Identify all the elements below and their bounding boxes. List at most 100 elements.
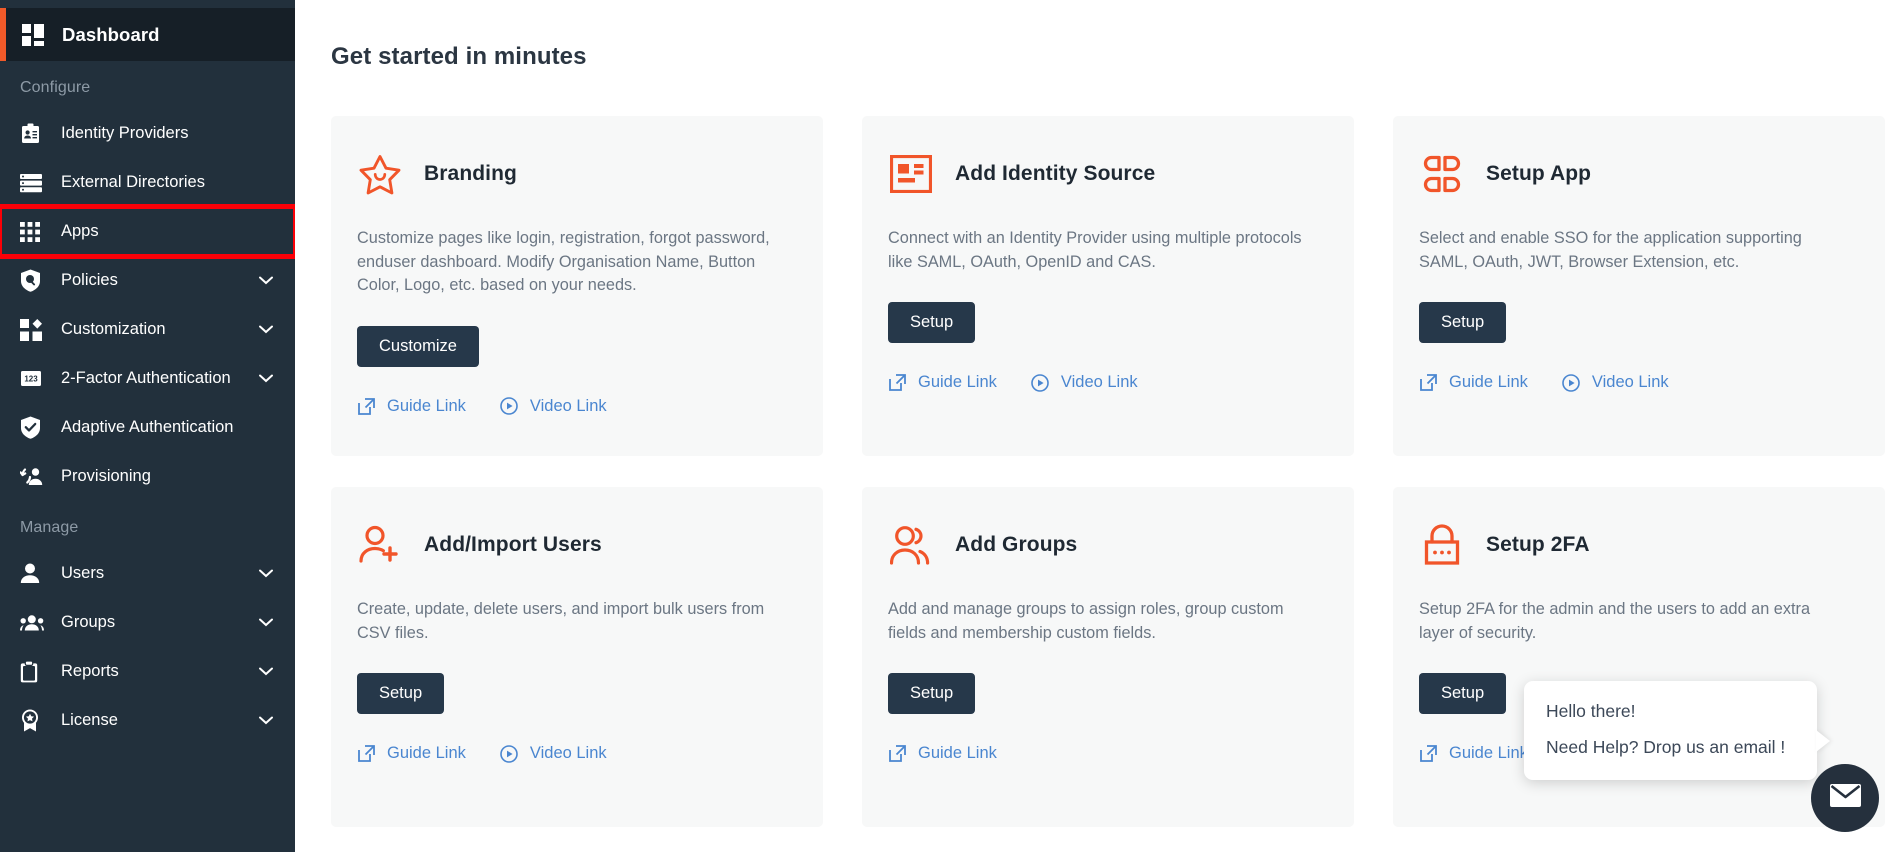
sidebar-item-dashboard[interactable]: Dashboard [0, 8, 295, 61]
setup-button[interactable]: Setup [888, 673, 975, 714]
card-header: Setup 2FA [1419, 519, 1859, 571]
sidebar-item-label: External Directories [61, 173, 205, 192]
sidebar-top-strip [0, 0, 295, 8]
sidebar-item-adaptive-authentication[interactable]: Adaptive Authentication [0, 403, 295, 452]
card-title: Add/Import Users [424, 533, 602, 557]
setup-button[interactable]: Setup [1419, 302, 1506, 343]
video-link-label: Video Link [530, 744, 607, 763]
video-link-label: Video Link [1592, 373, 1669, 392]
provisioning-user-sync-icon [20, 465, 46, 489]
guide-link[interactable]: Guide Link [1419, 744, 1528, 763]
external-link-icon [357, 744, 376, 763]
video-link[interactable]: Video Link [500, 744, 607, 763]
sidebar-item-label: Provisioning [61, 467, 151, 486]
card-links: Guide Link Video Link [888, 373, 1328, 392]
video-link[interactable]: Video Link [500, 397, 607, 416]
play-circle-icon [1562, 373, 1581, 392]
chevron-down-icon[interactable] [259, 569, 273, 578]
sidebar-item-users[interactable]: Users [0, 549, 295, 598]
card-links: Guide Link Video Link [357, 744, 797, 763]
user-icon [20, 562, 46, 586]
external-link-icon [357, 397, 376, 416]
sidebar-item-provisioning[interactable]: Provisioning [0, 452, 295, 501]
sidebar-item-policies[interactable]: Policies [0, 256, 295, 305]
chevron-down-icon[interactable] [259, 276, 273, 285]
chevron-down-icon[interactable] [259, 716, 273, 725]
card-description: Add and manage groups to assign roles, g… [888, 598, 1308, 645]
sidebar-item-license[interactable]: License [0, 696, 295, 745]
play-circle-icon [500, 744, 519, 763]
card-setup-app: Setup App Select and enable SSO for the … [1393, 116, 1885, 456]
id-badge-icon [888, 151, 934, 197]
chevron-down-icon[interactable] [259, 374, 273, 383]
guide-link-label: Guide Link [387, 744, 466, 763]
sidebar-item-2-factor-authentication[interactable]: 123 2-Factor Authentication [0, 354, 295, 403]
app-root: Dashboard Configure Identity Providers [0, 0, 1892, 852]
card-links: Guide Link Video Link [357, 397, 797, 416]
card-header: Setup App [1419, 148, 1859, 200]
card-links: Guide Link Video Link [1419, 373, 1859, 392]
guide-link-label: Guide Link [918, 744, 997, 763]
main-content: Get started in minutes Branding Customiz… [295, 0, 1892, 852]
card-branding: Branding Customize pages like login, reg… [331, 116, 823, 456]
setup-button[interactable]: Setup [1419, 673, 1506, 714]
card-add-import-users: Add/Import Users Create, update, delete … [331, 487, 823, 827]
video-link-label: Video Link [1061, 373, 1138, 392]
card-header: Add/Import Users [357, 519, 797, 571]
star-smile-icon [357, 151, 403, 197]
sidebar-item-label: Identity Providers [61, 124, 188, 143]
svg-text:123: 123 [24, 375, 38, 384]
card-title: Setup App [1486, 162, 1591, 186]
license-badge-icon [20, 709, 46, 733]
sidebar-item-reports[interactable]: Reports [0, 647, 295, 696]
card-description: Create, update, delete users, and import… [357, 598, 777, 645]
external-link-icon [888, 744, 907, 763]
sidebar: Dashboard Configure Identity Providers [0, 0, 295, 852]
sidebar-item-label: License [61, 711, 118, 730]
guide-link[interactable]: Guide Link [357, 744, 466, 763]
chat-email-button[interactable] [1811, 764, 1879, 832]
sidebar-item-apps[interactable]: Apps [0, 207, 295, 256]
sidebar-item-label: Reports [61, 662, 119, 681]
play-circle-icon [500, 397, 519, 416]
setup-button[interactable]: Setup [888, 302, 975, 343]
guide-link[interactable]: Guide Link [357, 397, 466, 416]
chat-greeting-text: Hello there! [1546, 701, 1795, 722]
id-card-icon [20, 122, 46, 146]
video-link[interactable]: Video Link [1031, 373, 1138, 392]
two-users-icon [888, 522, 934, 568]
sidebar-item-identity-providers[interactable]: Identity Providers [0, 109, 295, 158]
sidebar-item-external-directories[interactable]: External Directories [0, 158, 295, 207]
chevron-down-icon[interactable] [259, 667, 273, 676]
guide-link-label: Guide Link [1449, 744, 1528, 763]
apps-grid-icon [20, 220, 46, 244]
sidebar-item-groups[interactable]: Groups [0, 598, 295, 647]
card-links: Guide Link [888, 744, 1328, 763]
sidebar-item-label: Policies [61, 271, 118, 290]
card-title: Add Identity Source [955, 162, 1155, 186]
guide-link[interactable]: Guide Link [888, 744, 997, 763]
video-link[interactable]: Video Link [1562, 373, 1669, 392]
card-title: Branding [424, 162, 517, 186]
card-header: Add Identity Source [888, 148, 1328, 200]
card-description: Connect with an Identity Provider using … [888, 227, 1308, 274]
customization-blocks-icon [20, 318, 46, 342]
shield-search-icon [20, 269, 46, 293]
card-description: Customize pages like login, registration… [357, 227, 777, 298]
chevron-down-icon[interactable] [259, 325, 273, 334]
card-title: Add Groups [955, 533, 1077, 557]
sidebar-item-customization[interactable]: Customization [0, 305, 295, 354]
server-list-icon [20, 171, 46, 195]
sidebar-item-label: Customization [61, 320, 166, 339]
chat-greeting-bubble[interactable]: Hello there! Need Help? Drop us an email… [1524, 681, 1817, 780]
clipboard-icon [20, 660, 46, 684]
guide-link[interactable]: Guide Link [1419, 373, 1528, 392]
setup-button[interactable]: Setup [357, 673, 444, 714]
sidebar-item-label: Users [61, 564, 104, 583]
guide-link[interactable]: Guide Link [888, 373, 997, 392]
chevron-down-icon[interactable] [259, 618, 273, 627]
play-circle-icon [1031, 373, 1050, 392]
customize-button[interactable]: Customize [357, 326, 479, 367]
four-petals-icon [1419, 151, 1465, 197]
external-link-icon [1419, 744, 1438, 763]
